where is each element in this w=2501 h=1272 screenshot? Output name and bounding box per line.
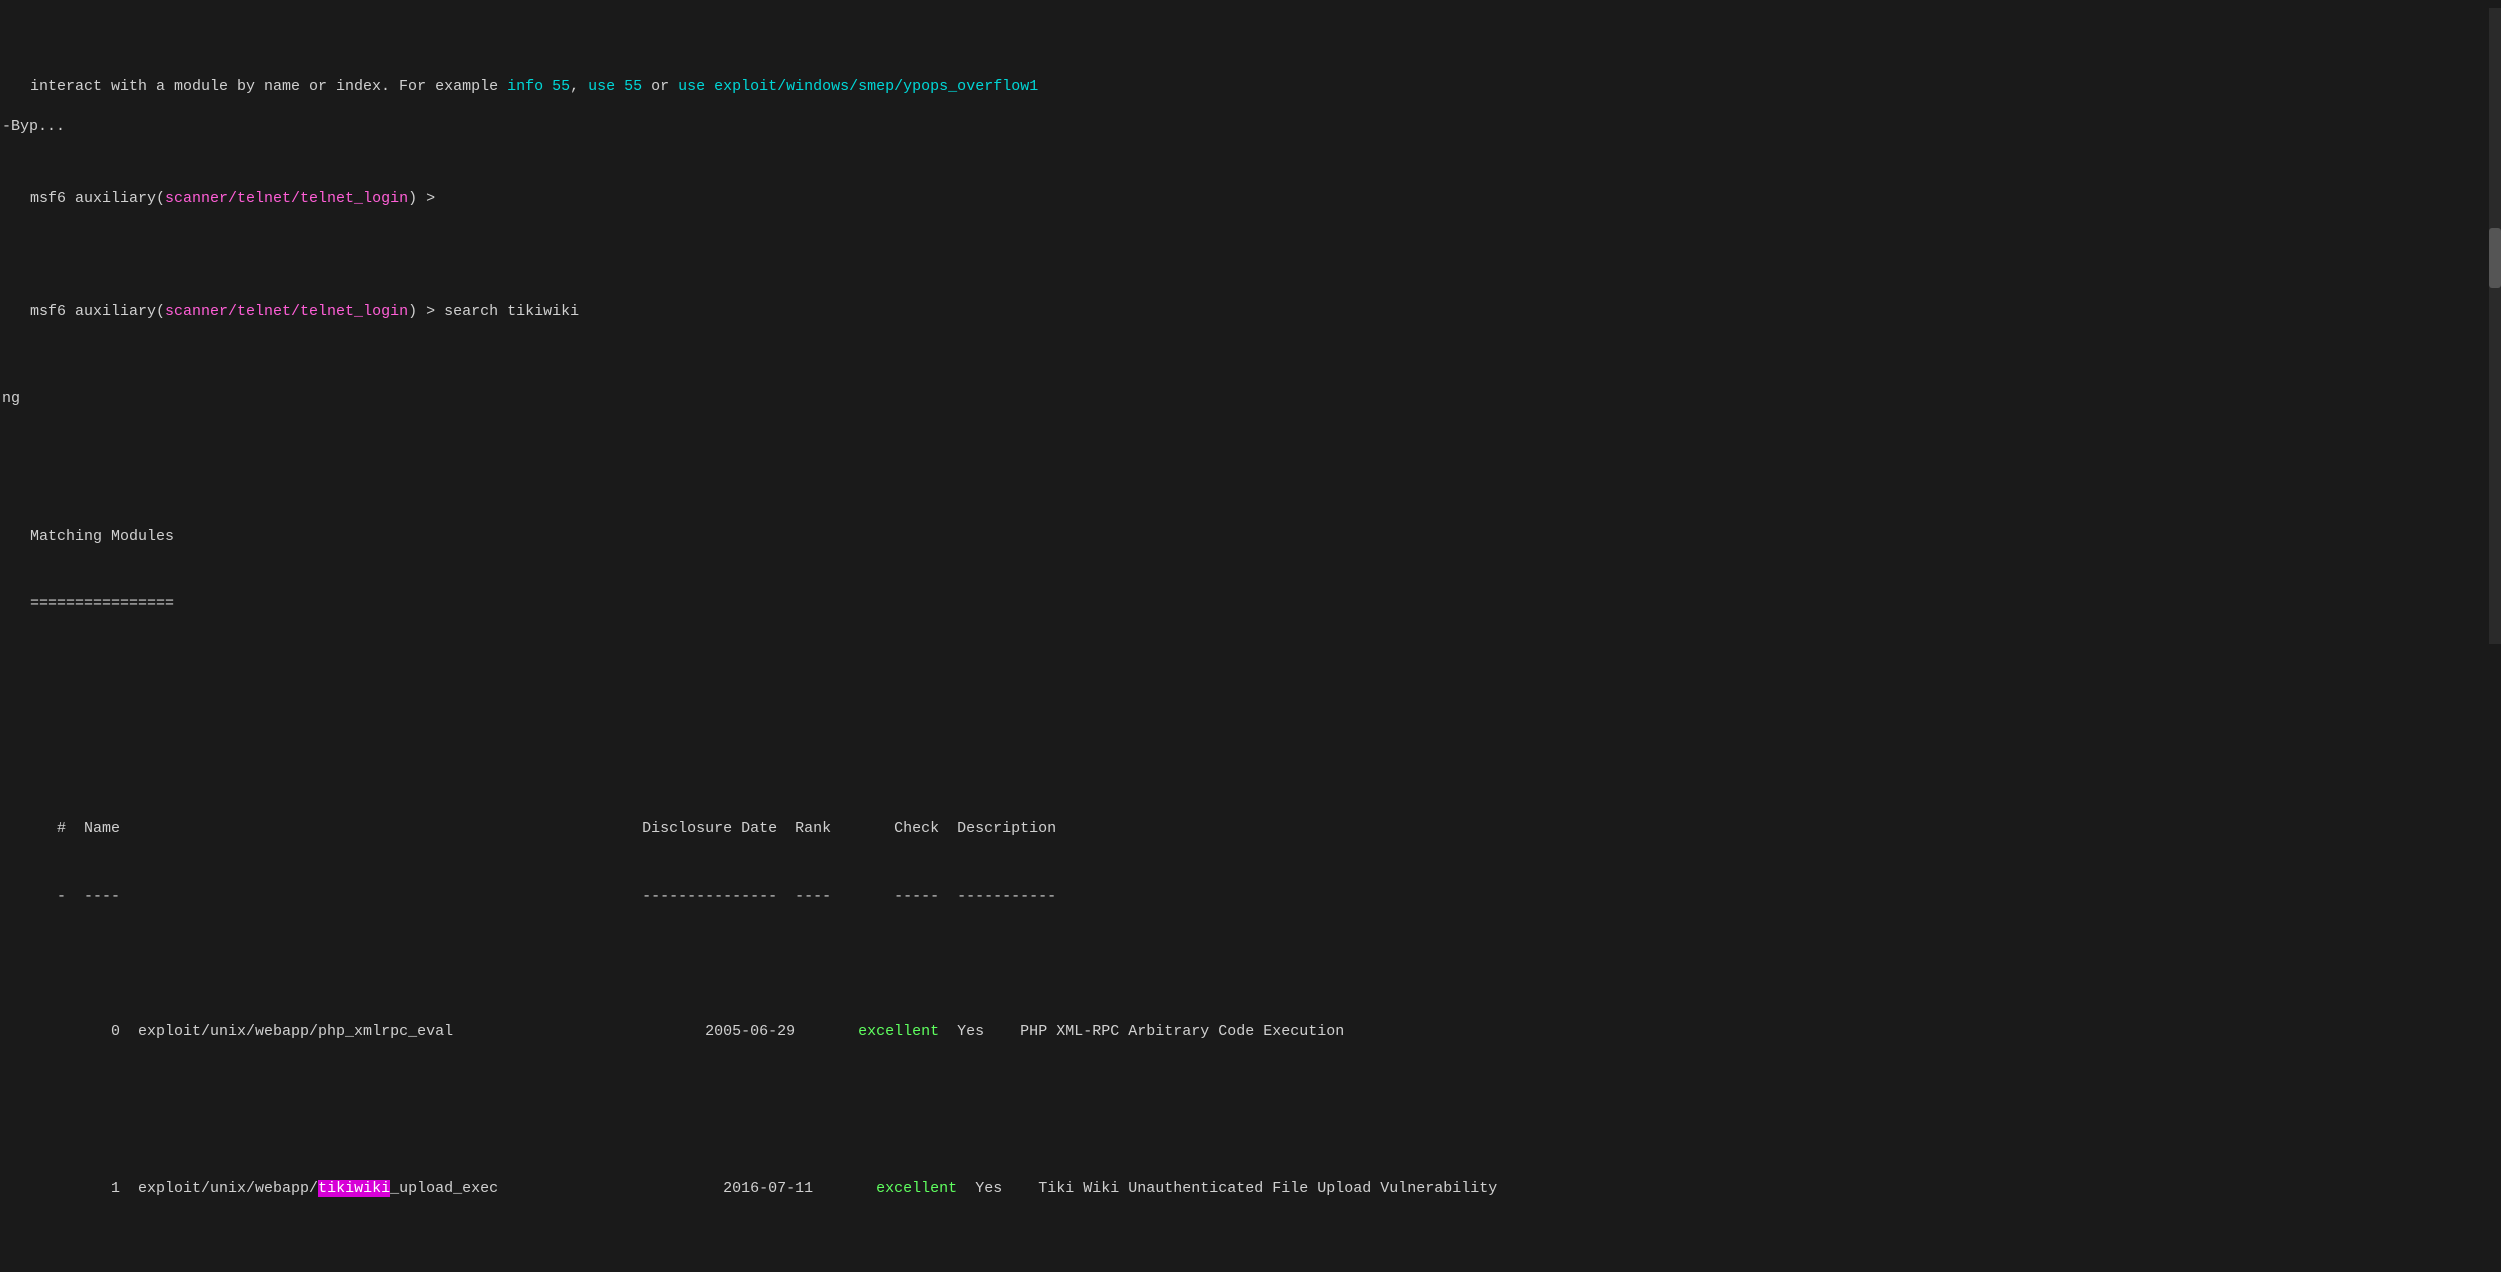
- top-comment-line: interact with a module by name or index.…: [30, 76, 2481, 99]
- table-row: 1 exploit/unix/webapp/tikiwiki_upload_ex…: [30, 1156, 2481, 1224]
- left-label-byp: -Byp...: [0, 116, 65, 139]
- prompt-line-1: msf6 auxiliary(scanner/telnet/telnet_log…: [30, 188, 2481, 211]
- scrollbar[interactable]: [2489, 8, 2501, 644]
- matching-modules-label: Matching Modules: [30, 526, 2481, 549]
- table-header-sep: - ---- --------------- ---- ----- ------…: [30, 886, 2481, 909]
- table-header: # Name Disclosure Date Rank Check Descri…: [30, 818, 2481, 841]
- matching-modules-sep: ================: [30, 593, 2481, 616]
- blank-line-2: [30, 706, 2481, 729]
- table-row: 0 exploit/unix/webapp/php_xmlrpc_eval 20…: [30, 998, 2481, 1066]
- scrollbar-thumb[interactable]: [2489, 228, 2501, 288]
- blank-line-1: [30, 413, 2481, 436]
- left-label-ng: ng: [0, 388, 20, 411]
- prompt-line-2: msf6 auxiliary(scanner/telnet/telnet_log…: [30, 301, 2481, 324]
